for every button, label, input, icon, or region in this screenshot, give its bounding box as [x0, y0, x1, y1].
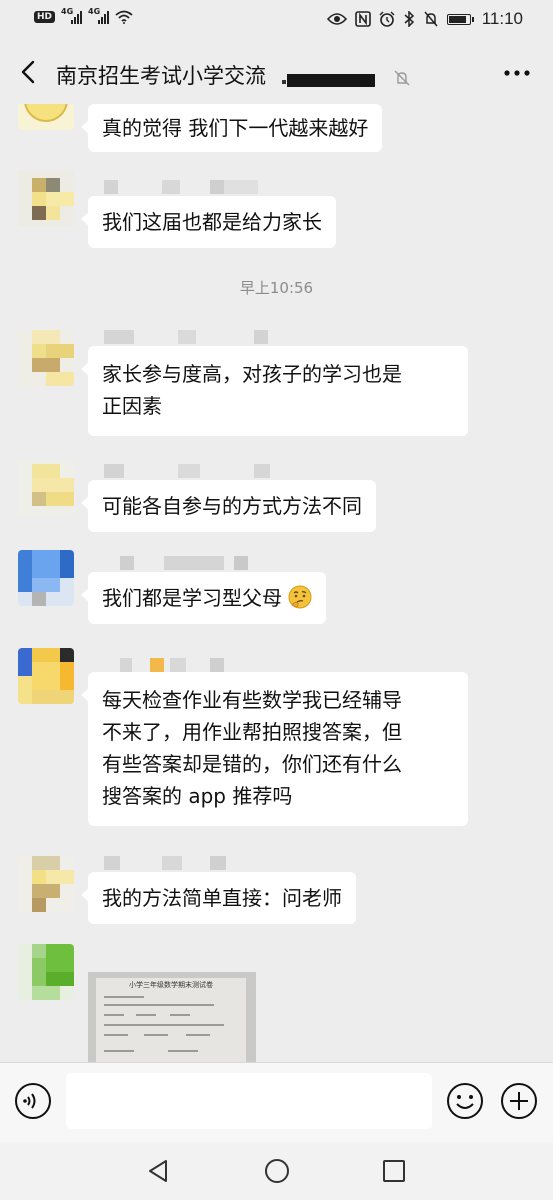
message-text: 我们这届也都是给力家长: [102, 210, 322, 234]
avatar[interactable]: [18, 856, 74, 912]
nav-recent-apps-icon[interactable]: [382, 1159, 406, 1183]
back-arrow-icon[interactable]: [16, 58, 42, 86]
status-bar: HD 4G 4G 11:10: [0, 0, 553, 40]
message-text-line: 正因素: [102, 394, 162, 418]
exam-paper-image: 小学三年级数学期末测试卷: [96, 978, 246, 1062]
exam-paper-title: 小学三年级数学期末测试卷: [129, 981, 213, 989]
nickname-redacted: [104, 556, 274, 570]
message-bubble[interactable]: 每天检查作业有些数学我已经辅导 不来了，用作业帮拍照搜答案，但 有些答案却是错的…: [81, 672, 468, 826]
nickname-redacted: [104, 464, 274, 478]
mute-notification-icon: [394, 70, 410, 86]
message-text: 可能各自参与的方式方法不同: [102, 494, 362, 518]
message-bubble[interactable]: 我的方法简单直接：问老师: [81, 872, 356, 924]
emoji-icon[interactable]: [446, 1082, 484, 1120]
thinking-face-emoji-icon: [288, 585, 312, 609]
bluetooth-icon: [404, 11, 414, 27]
signal-icon-2: 4G: [88, 7, 110, 24]
hd-badge: HD: [34, 11, 56, 23]
nfc-icon: [354, 11, 371, 27]
message-bubble[interactable]: 我们这届也都是给力家长: [81, 196, 336, 248]
message-text-line: 不来了，用作业帮拍照搜答案，但: [102, 720, 402, 744]
timestamp: 早上10:56: [239, 279, 314, 297]
signal-icon: 4G: [61, 7, 83, 24]
message-text-line: 有些答案却是错的，你们还有什么: [102, 752, 402, 776]
avatar[interactable]: [18, 170, 74, 226]
avatar[interactable]: [18, 648, 74, 704]
message-input-bar: [0, 1062, 553, 1143]
status-time: 11:10: [481, 9, 523, 28]
message-text: 真的觉得 我们下一代越来越好: [102, 116, 369, 140]
message-input[interactable]: [66, 1073, 432, 1129]
eye-icon: [326, 13, 347, 25]
avatar[interactable]: [18, 550, 74, 606]
battery-icon: [446, 13, 474, 25]
status-right-group: 11:10: [326, 9, 523, 29]
message-text-line: 每天检查作业有些数学我已经辅导: [102, 688, 402, 712]
message-text: 我们都是学习型父母: [102, 586, 282, 610]
network-type-label: 4G: [61, 7, 74, 16]
system-navigation-bar: [0, 1142, 553, 1200]
wifi-icon: [115, 10, 133, 24]
nickname-redacted: [104, 180, 274, 194]
network-type-label-2: 4G: [88, 7, 101, 16]
message-bubble[interactable]: 真的觉得 我们下一代越来越好: [80, 104, 383, 152]
avatar[interactable]: [18, 330, 74, 386]
message-bubble[interactable]: 我们都是学习型父母: [80, 572, 327, 624]
more-options-icon[interactable]: [503, 68, 531, 78]
message-text-line: 搜答案的 app 推荐吗: [102, 784, 293, 808]
title-redaction: [287, 74, 375, 87]
nickname-redacted: [104, 658, 274, 672]
image-message-thumbnail[interactable]: 小学三年级数学期末测试卷: [88, 972, 256, 1062]
mute-bell-icon: [424, 11, 438, 27]
add-attachment-icon[interactable]: [500, 1082, 538, 1120]
status-left-group: HD 4G 4G: [34, 7, 133, 24]
chat-title: 南京招生考试小学交流: [56, 64, 266, 88]
nav-home-icon[interactable]: [264, 1158, 290, 1184]
avatar[interactable]: [18, 460, 74, 516]
alarm-icon: [379, 11, 395, 27]
nickname-redacted: [104, 330, 274, 344]
avatar[interactable]: [18, 104, 74, 130]
nickname-redacted: [104, 856, 274, 870]
message-bubble[interactable]: 可能各自参与的方式方法不同: [81, 480, 376, 532]
title-redaction-dot: [282, 80, 286, 84]
message-bubble[interactable]: 家长参与度高，对孩子的学习也是 正因素: [81, 346, 468, 436]
message-text-line: 家长参与度高，对孩子的学习也是: [102, 362, 402, 386]
voice-input-icon[interactable]: [14, 1082, 52, 1120]
avatar[interactable]: [18, 944, 74, 1000]
nav-back-icon[interactable]: [146, 1158, 172, 1184]
chat-message-list[interactable]: 真的觉得 我们下一代越来越好 我们这届也都是给力家长 早上10:56 家长参与度…: [0, 104, 553, 1062]
message-text: 我的方法简单直接：问老师: [102, 886, 342, 910]
chat-header: 南京招生考试小学交流: [0, 40, 553, 104]
